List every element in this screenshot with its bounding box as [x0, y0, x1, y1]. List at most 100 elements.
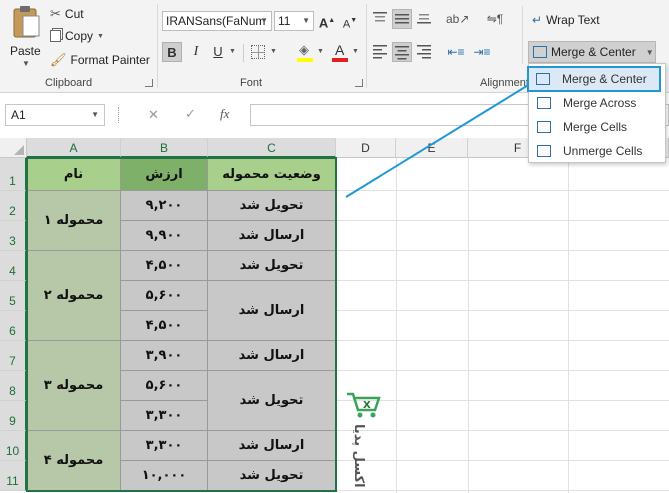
- paragraph-rtl-icon: ⇋¶: [486, 12, 504, 26]
- italic-button[interactable]: I: [186, 42, 206, 62]
- menu-item-merge-cells[interactable]: Merge Cells: [530, 115, 664, 138]
- chevron-down-icon[interactable]: ▼: [91, 105, 99, 125]
- value-cell[interactable]: ۳,۳۰۰: [121, 431, 208, 461]
- value-cell[interactable]: ۵,۶۰۰: [121, 371, 208, 401]
- clipboard-launcher-icon[interactable]: [145, 79, 153, 87]
- merged-cell-shipment-4[interactable]: محموله ۴: [27, 431, 121, 491]
- row-header-2[interactable]: 2: [0, 191, 27, 221]
- increase-indent-button[interactable]: ⇥≡: [472, 42, 492, 62]
- font-color-button[interactable]: A: [330, 42, 352, 64]
- font-size-combo[interactable]: 11 ▼: [274, 11, 314, 31]
- insert-function-icon[interactable]: fx: [220, 106, 229, 122]
- column-header-c[interactable]: C: [208, 138, 336, 158]
- align-center-button[interactable]: [392, 42, 412, 62]
- paint-bucket-icon: ◈: [299, 42, 309, 57]
- format-painter-label: Format Painter: [70, 53, 150, 67]
- value-cell[interactable]: ۱۰,۰۰۰: [121, 461, 208, 491]
- row-header-11[interactable]: 11: [0, 461, 27, 491]
- unmerge-cells-icon: [537, 144, 551, 157]
- row-header-4[interactable]: 4: [0, 251, 27, 281]
- row-header-7[interactable]: 7: [0, 341, 27, 371]
- shrink-font-button[interactable]: A▼: [340, 11, 360, 31]
- merged-cell-shipment-1[interactable]: محموله ۱: [27, 191, 121, 251]
- copy-button[interactable]: Copy ▼: [50, 29, 104, 43]
- fill-color-button[interactable]: ◈: [295, 42, 317, 64]
- align-right-button[interactable]: [414, 42, 434, 62]
- rtl-button[interactable]: ⇋¶: [485, 9, 505, 29]
- middle-align-button[interactable]: [392, 9, 412, 29]
- merged-cell-shipment-3[interactable]: محموله ۳: [27, 341, 121, 431]
- value-cell[interactable]: ۹,۲۰۰: [121, 191, 208, 221]
- underline-button[interactable]: U: [208, 42, 228, 62]
- row-header-5[interactable]: 5: [0, 281, 27, 311]
- cart-logo-icon: X: [347, 392, 381, 418]
- status-cell[interactable]: ارسال شد: [208, 431, 336, 461]
- chevron-down-icon[interactable]: ▼: [22, 59, 30, 68]
- header-cell-status[interactable]: وضعیت محموله: [208, 158, 336, 191]
- format-painter-button[interactable]: 🖌 Format Painter: [50, 52, 150, 68]
- header-cell-value[interactable]: ارزش: [121, 158, 208, 191]
- row-header-3[interactable]: 3: [0, 221, 27, 251]
- cancel-icon[interactable]: ✕: [148, 107, 159, 123]
- row-header-9[interactable]: 9: [0, 401, 27, 431]
- formula-bar-divider: [118, 107, 120, 123]
- font-name-combo[interactable]: IRANSans(FaNum ▼: [162, 11, 272, 31]
- name-box-value: A1: [11, 108, 26, 122]
- top-align-button[interactable]: [370, 9, 390, 29]
- row-header-6[interactable]: 6: [0, 311, 27, 341]
- column-header-a[interactable]: A: [27, 138, 121, 158]
- menu-item-unmerge-cells[interactable]: Unmerge Cells: [530, 139, 664, 162]
- value-cell[interactable]: ۳,۹۰۰: [121, 341, 208, 371]
- status-cell[interactable]: ارسال شد: [208, 341, 336, 371]
- value-cell[interactable]: ۵,۶۰۰: [121, 281, 208, 311]
- grow-font-button[interactable]: A▲: [317, 11, 337, 31]
- align-left-button[interactable]: [370, 42, 390, 62]
- gridline: [336, 280, 669, 281]
- merged-status-cell[interactable]: ارسال شد: [208, 281, 336, 341]
- gridline: [336, 340, 669, 341]
- status-cell[interactable]: ارسال شد: [208, 221, 336, 251]
- value-cell[interactable]: ۳,۳۰۰: [121, 401, 208, 431]
- value-cell[interactable]: ۴,۵۰۰: [121, 311, 208, 341]
- merged-cell-shipment-2[interactable]: محموله ۲: [27, 251, 121, 341]
- menu-item-merge-across[interactable]: Merge Across: [530, 91, 664, 114]
- font-color-swatch: [332, 58, 348, 62]
- header-cell-name[interactable]: نام: [27, 158, 121, 191]
- name-box[interactable]: A1 ▼: [5, 104, 105, 126]
- decrease-indent-button[interactable]: ⇤≡: [446, 42, 466, 62]
- menu-item-label: Unmerge Cells: [563, 143, 643, 158]
- row-header-8[interactable]: 8: [0, 371, 27, 401]
- merge-across-icon: [537, 96, 551, 109]
- value-cell[interactable]: ۹,۹۰۰: [121, 221, 208, 251]
- bottom-align-button[interactable]: [414, 9, 434, 29]
- bold-button[interactable]: B: [162, 42, 182, 62]
- align-left-icon: [373, 45, 387, 59]
- chevron-down-icon[interactable]: ▼: [352, 48, 359, 55]
- select-all-corner[interactable]: [0, 138, 27, 158]
- chevron-down-icon[interactable]: ▼: [317, 48, 324, 55]
- watermark-logo: X اکسل پدیا: [343, 388, 388, 488]
- underline-icon: U: [213, 44, 223, 59]
- chevron-down-icon[interactable]: ▼: [646, 48, 654, 57]
- cut-button[interactable]: ✂ Cut: [50, 6, 84, 22]
- menu-item-merge-center[interactable]: Merge & Center: [527, 66, 661, 92]
- row-header-10[interactable]: 10: [0, 431, 27, 461]
- borders-icon[interactable]: [251, 45, 265, 59]
- chevron-down-icon[interactable]: ▼: [270, 48, 277, 55]
- gridline: [396, 158, 397, 493]
- merge-center-button[interactable]: Merge & Center ▼: [528, 41, 656, 63]
- merged-status-cell[interactable]: تحویل شد: [208, 371, 336, 431]
- row-header-1[interactable]: 1: [0, 158, 27, 191]
- status-cell[interactable]: تحویل شد: [208, 191, 336, 221]
- column-header-b[interactable]: B: [121, 138, 208, 158]
- paste-button[interactable]: Paste ▼: [6, 4, 46, 68]
- wrap-text-button[interactable]: ↵ Wrap Text: [532, 13, 600, 27]
- chevron-down-icon[interactable]: ▼: [229, 48, 236, 55]
- enter-icon[interactable]: ✓: [185, 106, 196, 122]
- value-cell[interactable]: ۴,۵۰۰: [121, 251, 208, 281]
- chevron-down-icon[interactable]: ▼: [97, 33, 104, 40]
- status-cell[interactable]: تحویل شد: [208, 461, 336, 491]
- paste-icon: [13, 6, 40, 38]
- orientation-button[interactable]: ab↗: [446, 9, 469, 29]
- status-cell[interactable]: تحویل شد: [208, 251, 336, 281]
